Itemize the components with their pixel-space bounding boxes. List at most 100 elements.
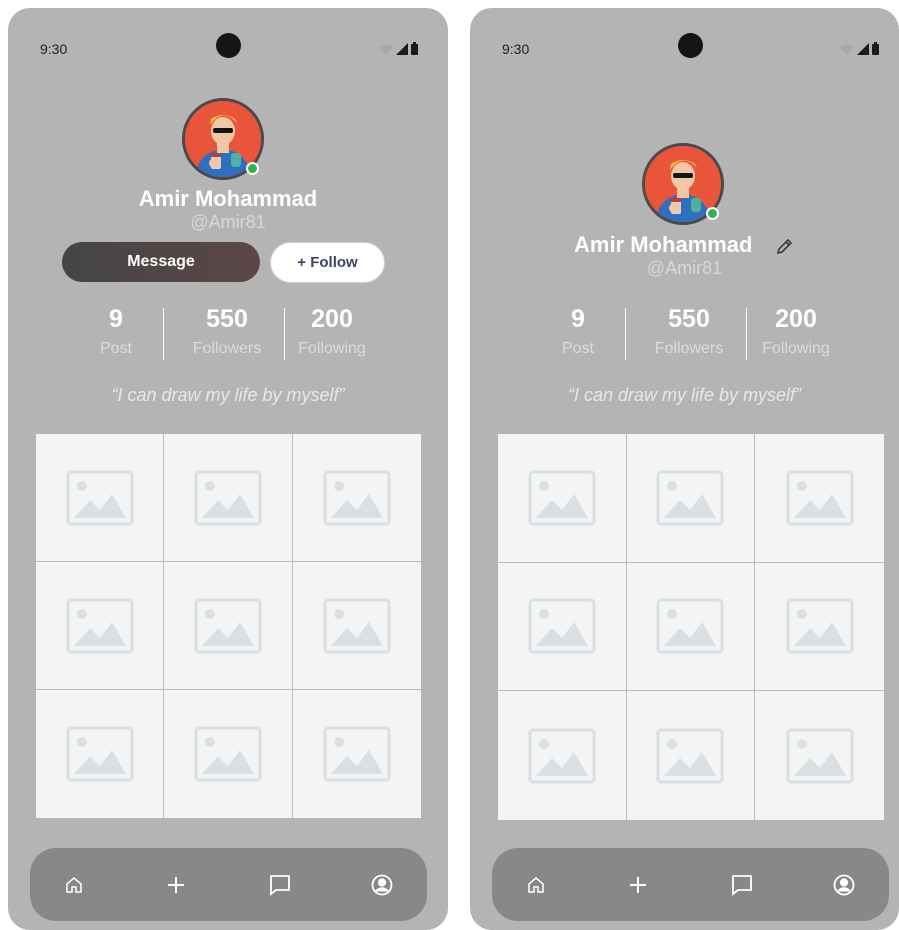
stat-divider [284,308,285,360]
stat-value: 550 [206,305,248,333]
image-placeholder-icon [656,598,724,654]
post-thumbnail[interactable] [36,690,165,818]
post-thumbnail[interactable] [292,434,421,562]
post-thumbnail[interactable] [626,434,756,563]
nav-home[interactable] [506,848,566,921]
wifi-icon [379,44,393,55]
image-placeholder-icon [194,726,262,782]
status-icons [840,42,879,55]
post-thumbnail[interactable] [626,562,756,692]
profile-stats: 9 Post 550 Followers 200 Following [470,304,899,364]
signal-icon [396,43,408,55]
image-placeholder-icon [323,470,391,525]
post-thumbnail[interactable] [164,562,293,690]
stat-divider [163,308,164,360]
home-icon [66,876,82,893]
stat-value: 200 [311,305,353,333]
stat-label: Post [99,340,132,357]
signal-icon [857,43,869,55]
nav-messages[interactable] [712,848,772,921]
nav-home[interactable] [44,848,104,921]
image-placeholder-icon [194,598,262,653]
edit-pencil-icon[interactable] [775,236,795,256]
image-placeholder-icon [786,598,854,654]
post-thumbnail[interactable] [292,562,421,690]
image-placeholder-icon [323,726,391,782]
stat-label: Following [762,340,830,357]
nav-profile[interactable] [352,848,412,921]
profile-handle: @Amir81 [646,258,723,278]
nav-profile[interactable] [814,848,874,921]
image-placeholder-icon [528,728,596,784]
stat-followers[interactable]: 550 Followers [644,304,734,358]
profile-name: Amir Mohammad [138,186,318,211]
avatar[interactable] [642,143,724,225]
bottom-navigation [492,848,889,921]
stat-value: 9 [109,305,123,333]
profile-bio-quote: “I can draw my life by myself” [111,385,345,405]
post-thumbnail[interactable] [36,562,165,690]
profile-icon [833,874,855,895]
stat-posts[interactable]: 9 Post [86,304,146,358]
stat-value: 9 [571,305,585,333]
profile-bio-quote: “I can draw my life by myself” [567,385,802,405]
post-thumbnail[interactable] [755,563,884,692]
plus-icon [630,876,646,893]
posts-grid [498,434,884,820]
image-placeholder-icon [656,470,724,526]
stat-following[interactable]: 200 Following [752,304,840,358]
stat-following[interactable]: 200 Following [288,304,376,358]
message-button[interactable]: Message [62,242,260,282]
post-thumbnail[interactable] [164,434,293,562]
post-thumbnail[interactable] [755,434,884,563]
profile-screen-own: 9:30 Amir Mohammad @Amir81 9 Post 550 Fo… [470,8,899,930]
stat-label: Followers [192,340,262,357]
post-thumbnail[interactable] [164,690,293,818]
image-placeholder-icon [66,470,134,525]
camera-cutout [678,33,703,58]
profile-handle: @Amir81 [190,212,266,232]
stat-posts[interactable]: 9 Post [548,304,608,358]
post-thumbnail[interactable] [498,691,627,820]
stat-label: Following [298,340,366,357]
image-placeholder-icon [528,470,596,526]
status-icons [379,42,418,55]
image-placeholder-icon [786,728,854,784]
image-placeholder-icon [656,728,724,784]
stat-followers[interactable]: 550 Followers [182,304,272,358]
post-thumbnail[interactable] [36,434,165,562]
profile-name: Amir Mohammad [574,232,753,257]
image-placeholder-icon [786,470,854,526]
chat-icon [732,874,752,896]
nav-create[interactable] [146,848,206,921]
profile-icon [371,874,393,895]
post-thumbnail[interactable] [755,691,884,820]
post-thumbnail[interactable] [627,691,756,820]
status-time: 9:30 [502,41,530,57]
post-thumbnail[interactable] [498,562,627,692]
nav-create[interactable] [608,848,668,921]
plus-icon [168,876,184,893]
status-time: 9:30 [40,41,68,57]
stat-divider [746,308,747,360]
bottom-navigation [30,848,427,921]
post-thumbnail[interactable] [293,690,421,818]
post-thumbnail[interactable] [498,434,627,563]
battery-icon [872,42,879,55]
online-status-indicator [706,207,719,220]
nav-messages[interactable] [250,848,310,921]
avatar[interactable] [182,98,264,180]
posts-grid [36,434,421,818]
online-status-indicator [246,162,259,175]
image-placeholder-icon [66,726,134,782]
image-placeholder-icon [528,598,596,654]
home-icon [528,876,544,893]
stat-label: Post [561,340,594,357]
follow-button[interactable]: + Follow [270,242,385,283]
stat-value: 550 [668,305,710,333]
chat-icon [270,874,290,896]
wifi-icon [840,44,854,55]
camera-cutout [216,33,241,58]
image-placeholder-icon [323,598,391,653]
image-placeholder-icon [194,470,262,525]
